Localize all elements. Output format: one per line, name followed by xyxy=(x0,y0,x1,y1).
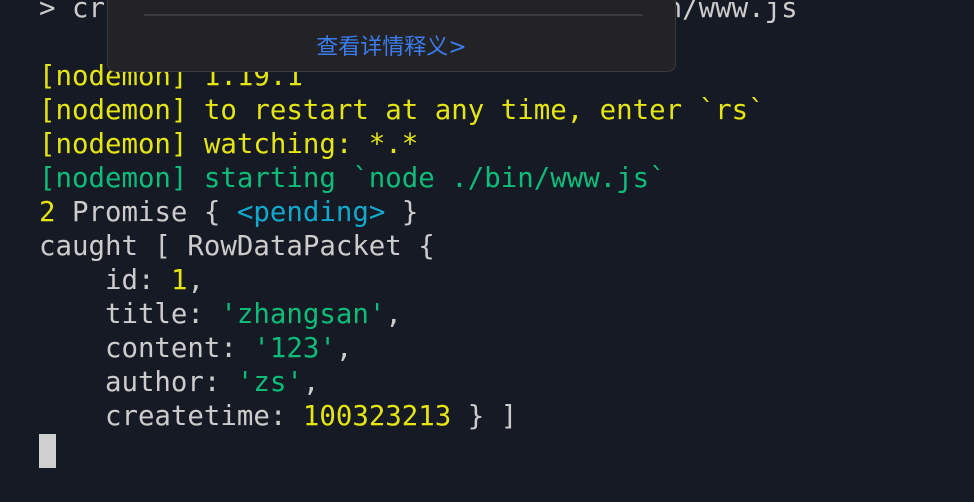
terminal-text: } ] xyxy=(451,401,518,432)
terminal-text: content: xyxy=(39,333,254,364)
terminal-text: } xyxy=(385,197,419,228)
terminal-text: Promise { xyxy=(55,197,237,228)
terminal-line: author: 'zs', xyxy=(39,366,798,400)
terminal-line: [nodemon] starting `node ./bin/www.js` xyxy=(39,162,798,196)
terminal-line: caught [ RowDataPacket { xyxy=(39,230,798,264)
terminal-line: [nodemon] to restart at any time, enter … xyxy=(39,94,798,128)
terminal-text: <pending> xyxy=(236,197,386,228)
terminal-text: id: xyxy=(39,265,171,296)
terminal-text: [nodemon] to restart at any time, enter … xyxy=(39,95,765,126)
terminal-line: id: 1, xyxy=(39,264,798,298)
terminal-text: [nodemon] starting `node ./bin/www.js` xyxy=(39,163,666,194)
terminal-line: [nodemon] watching: *.* xyxy=(39,128,798,162)
terminal-text: 2 xyxy=(39,197,56,228)
terminal-line: content: '123', xyxy=(39,332,798,366)
terminal-text: createtime: xyxy=(39,401,303,432)
terminal-text: 'zs' xyxy=(236,367,303,398)
terminal-text: title: xyxy=(39,299,221,330)
terminal-text: author: xyxy=(39,367,237,398)
terminal-text: [nodemon] watching: *.* xyxy=(39,129,419,160)
view-details-link[interactable]: 查看详情释义> xyxy=(108,29,675,61)
translation-popup: 查看详情释义> xyxy=(107,0,676,72)
terminal-text: , xyxy=(187,265,204,296)
terminal-text: , xyxy=(385,299,402,330)
terminal-line: title: 'zhangsan', xyxy=(39,298,798,332)
terminal-text: , xyxy=(302,367,320,398)
terminal-text: 1 xyxy=(170,265,188,296)
terminal-line: 2 Promise { <pending> } xyxy=(39,196,798,230)
popup-divider xyxy=(144,14,643,16)
terminal-prompt-line xyxy=(39,434,798,468)
terminal-text: '123' xyxy=(253,333,336,364)
terminal-text: , xyxy=(335,333,353,364)
terminal-cursor xyxy=(39,434,56,468)
terminal-text: 100323213 xyxy=(302,401,452,432)
terminal-line: createtime: 100323213 } ] xyxy=(39,400,798,434)
terminal-text: 'zhangsan' xyxy=(220,299,386,330)
terminal-text: caught [ RowDataPacket { xyxy=(39,231,435,262)
